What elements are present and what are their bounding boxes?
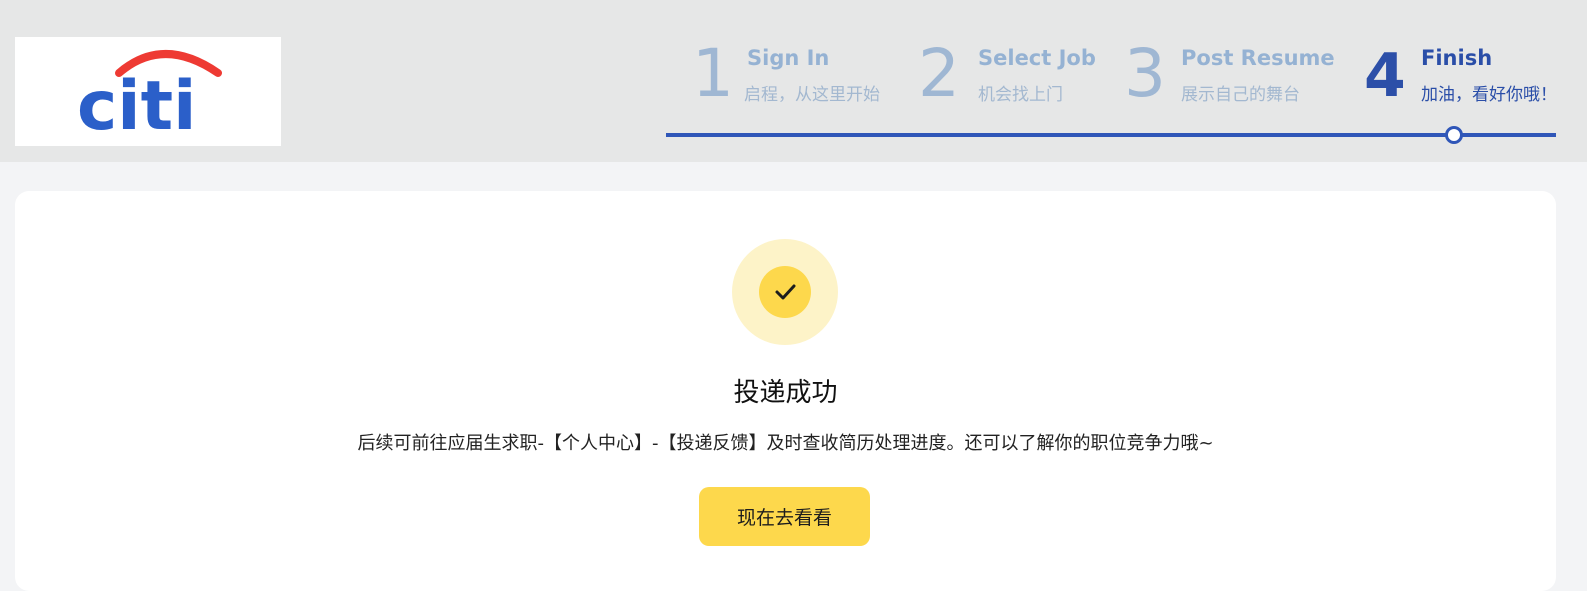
page-header: citi 1 Sign In 启程，从这里开始 2 Select Job 机会找… xyxy=(0,0,1587,162)
step-number: 3 xyxy=(1124,35,1166,112)
step-subtitle: 启程，从这里开始 xyxy=(744,85,880,105)
step-title: Select Job xyxy=(978,46,1096,70)
view-now-button[interactable]: 现在去看看 xyxy=(699,487,870,546)
success-badge xyxy=(732,239,838,345)
progress-marker xyxy=(1445,126,1463,144)
step-title: Finish xyxy=(1421,46,1493,70)
citi-logo[interactable]: citi xyxy=(15,37,281,146)
step-subtitle: 机会找上门 xyxy=(978,85,1063,105)
step-title: Post Resume xyxy=(1181,46,1335,70)
step-title: Sign In xyxy=(747,46,830,70)
citi-logo-graphic: citi xyxy=(77,50,222,146)
success-title: 投递成功 xyxy=(733,378,838,408)
check-icon xyxy=(759,266,811,318)
progress-steps: 1 Sign In 启程，从这里开始 2 Select Job 机会找上门 3 … xyxy=(666,32,1557,144)
step-subtitle: 加油，看好你哦！ xyxy=(1421,85,1557,105)
step-number: 1 xyxy=(692,35,734,112)
step-number: 2 xyxy=(918,35,960,112)
step-subtitle: 展示自己的舞台 xyxy=(1181,85,1300,105)
logo-text: citi xyxy=(77,67,196,146)
progress-bar xyxy=(666,133,1556,137)
step-number: 4 xyxy=(1364,41,1406,111)
success-card: 投递成功 后续可前往应届生求职-【个人中心】-【投递反馈】及时查收简历处理进度。… xyxy=(15,191,1556,591)
success-description: 后续可前往应届生求职-【个人中心】-【投递反馈】及时查收简历处理进度。还可以了解… xyxy=(357,433,1214,454)
